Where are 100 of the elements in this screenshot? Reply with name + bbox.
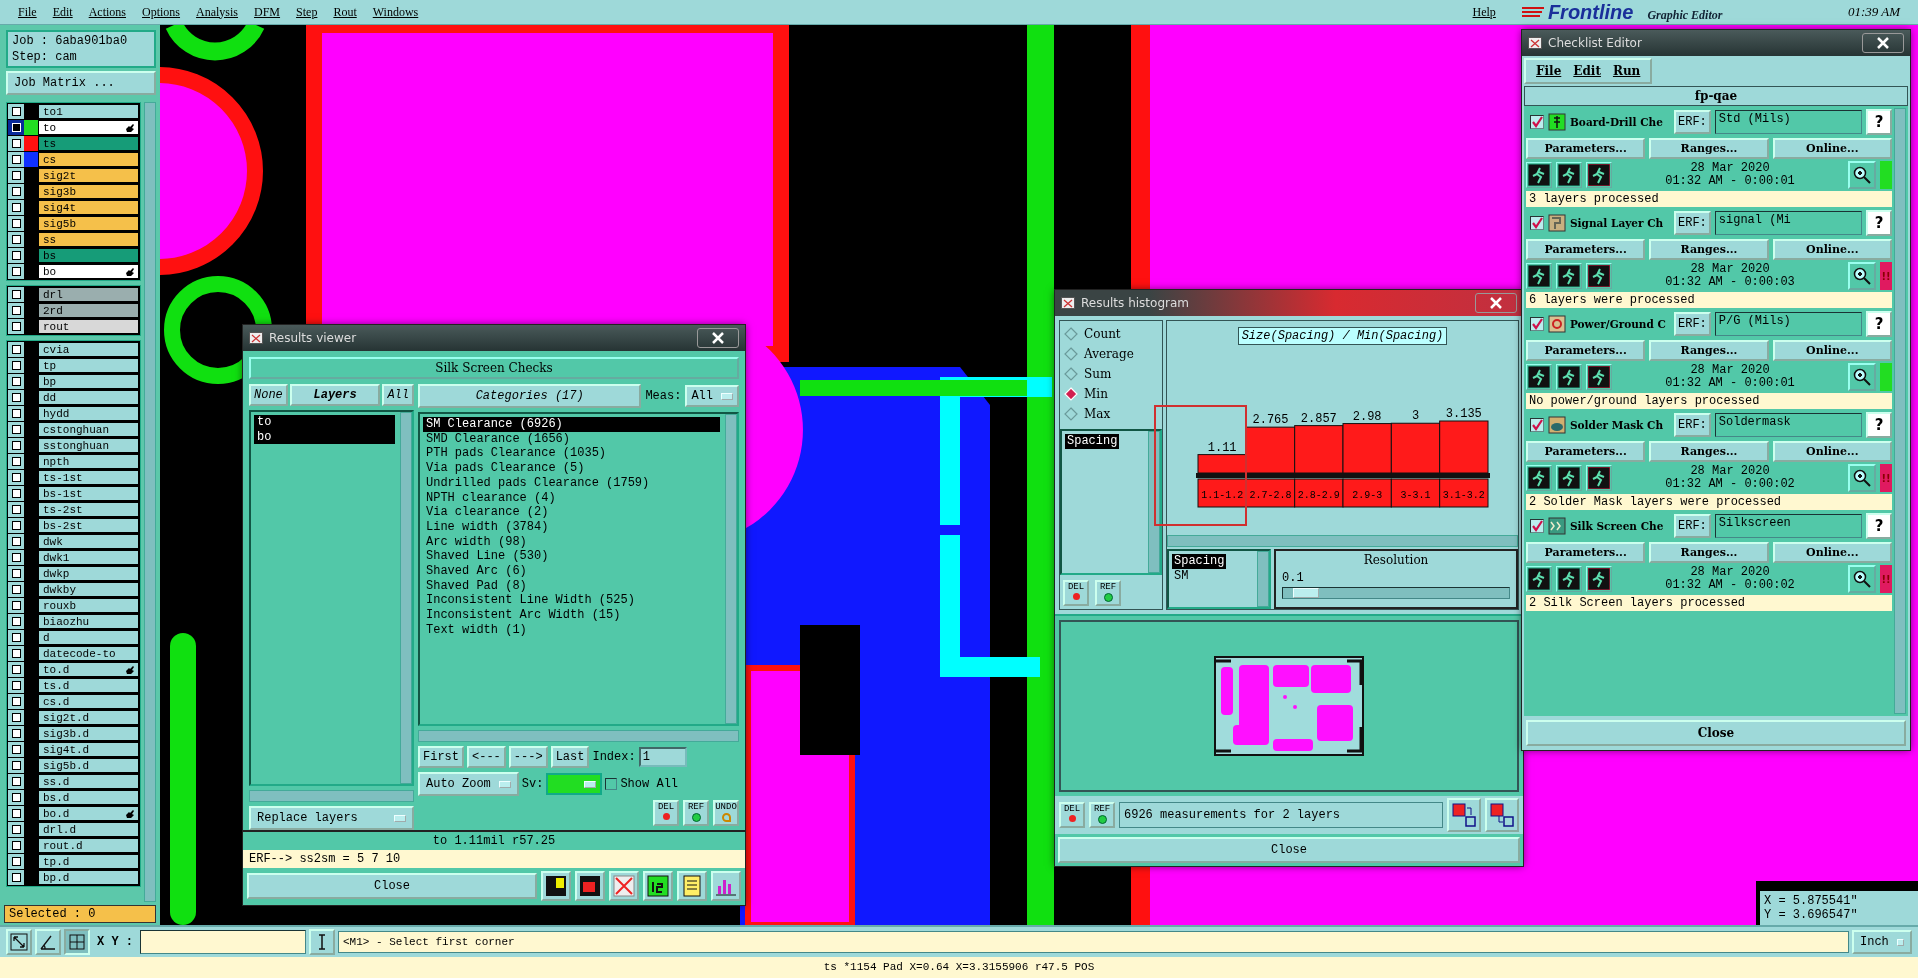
undo-button[interactable]: UNDO [713, 800, 739, 826]
check-name[interactable]: Solder Mask Ch [1570, 419, 1670, 431]
meas-dropdown[interactable]: All [685, 385, 739, 407]
category-item[interactable]: Via pads Clearance (5) [423, 461, 720, 476]
layer-checkbox[interactable] [11, 537, 21, 546]
refresh-button[interactable]: REF [1089, 802, 1115, 828]
histogram-bar[interactable] [1245, 426, 1295, 474]
layer-checkbox[interactable] [11, 489, 21, 498]
run-button[interactable] [1586, 364, 1612, 390]
run-button[interactable] [1556, 263, 1582, 289]
close-button[interactable] [1475, 293, 1517, 313]
check-option-button[interactable]: Ranges... [1649, 542, 1769, 563]
layer-checkbox[interactable] [11, 601, 21, 610]
zoom-mode-dropdown[interactable]: Auto Zoom [418, 772, 519, 796]
layer-name[interactable]: ss [43, 233, 57, 246]
check-enabled-checkbox[interactable] [1530, 216, 1544, 230]
menu-item[interactable]: Edit [1573, 64, 1601, 78]
attribute-item[interactable]: Spacing [1065, 434, 1120, 449]
radio-label[interactable]: Count [1084, 327, 1121, 341]
layer-checkbox[interactable] [11, 267, 21, 276]
check-option-button[interactable]: Online... [1772, 441, 1892, 462]
run-button[interactable] [1586, 263, 1612, 289]
radio-button[interactable] [1064, 407, 1078, 421]
bin-cell[interactable] [1342, 478, 1392, 508]
radio-button[interactable] [1064, 367, 1078, 381]
histogram-bar[interactable] [1438, 420, 1488, 474]
erf-field[interactable]: Std (Mils) [1714, 110, 1862, 134]
help-button[interactable]: ? [1866, 210, 1892, 236]
close-button[interactable] [1862, 33, 1904, 53]
scrollbar[interactable] [400, 412, 412, 784]
category-item[interactable]: PTH pads Clearance (1035) [423, 446, 720, 462]
layer-checkbox[interactable] [11, 457, 21, 466]
layer-name[interactable]: ts [43, 137, 57, 150]
check-enabled-checkbox[interactable] [1530, 317, 1544, 331]
zoom-button[interactable] [1848, 363, 1876, 391]
layer-color-swatch[interactable] [24, 152, 38, 167]
radio-label[interactable]: Sum [1084, 367, 1112, 381]
close-button[interactable]: Close [1058, 837, 1520, 863]
field-item[interactable]: Spacing [1172, 554, 1227, 569]
layer-checkbox[interactable] [11, 155, 21, 164]
run-button[interactable] [1526, 566, 1552, 592]
layer-color-swatch[interactable] [24, 287, 38, 302]
category-item[interactable]: SMD Clearance (1656) [423, 431, 720, 447]
layer-checkbox[interactable] [11, 585, 21, 594]
radio-label[interactable]: Min [1084, 387, 1108, 401]
radio-button[interactable] [1064, 327, 1078, 341]
run-button[interactable] [1586, 162, 1612, 188]
scrollbar[interactable] [144, 102, 156, 902]
navigation-button[interactable]: Last [550, 746, 590, 768]
layer-color-swatch[interactable] [24, 319, 38, 334]
layer-name[interactable]: drl [43, 288, 63, 301]
layer-checkbox[interactable] [11, 793, 21, 802]
layer-checkbox[interactable] [11, 473, 21, 482]
histogram-bar[interactable] [1342, 423, 1392, 474]
run-button[interactable] [1526, 364, 1552, 390]
run-button[interactable] [1556, 162, 1582, 188]
run-button[interactable] [1556, 566, 1582, 592]
layer-checkbox[interactable] [11, 251, 21, 260]
layer-checkbox[interactable] [11, 306, 21, 315]
layer-checkbox[interactable] [11, 729, 21, 738]
layer-checkbox[interactable] [11, 841, 21, 850]
category-item[interactable]: Inconsistent Line Width (525) [423, 593, 720, 609]
bin-cell[interactable] [1390, 478, 1440, 508]
run-button[interactable] [1556, 465, 1582, 491]
delete-button[interactable]: DEL [1059, 802, 1085, 828]
category-item[interactable]: Text width (1) [423, 622, 720, 638]
layer-checkbox[interactable] [11, 441, 21, 450]
close-button[interactable] [697, 328, 739, 348]
erf-field[interactable]: Silkscreen [1714, 514, 1862, 538]
category-item[interactable]: Inconsistent Arc Width (15) [423, 608, 720, 623]
layer-checkbox[interactable] [11, 697, 21, 706]
category-item[interactable]: Shaved Line (530) [423, 549, 720, 565]
layer-filter-button[interactable]: All [382, 384, 414, 406]
layer-checkbox[interactable] [11, 761, 21, 770]
radio-label[interactable]: Max [1084, 407, 1111, 421]
menu-item[interactable]: Windows [372, 4, 419, 20]
check-name[interactable]: Board-Drill Che [1570, 116, 1670, 128]
navigation-button[interactable]: First [418, 746, 464, 768]
layer-checkbox[interactable] [11, 377, 21, 386]
layer-color-swatch[interactable] [24, 104, 38, 119]
zoom-button[interactable] [1848, 565, 1876, 593]
layer-checkbox[interactable] [11, 361, 21, 370]
layer-color-swatch[interactable] [24, 120, 38, 135]
replace-layers-dropdown[interactable]: Replace layers [249, 806, 414, 830]
layer-name[interactable]: cs [43, 153, 57, 166]
run-button[interactable] [1526, 162, 1552, 188]
check-option-button[interactable]: Parameters... [1526, 340, 1646, 361]
layer-color-swatch[interactable] [24, 168, 38, 183]
layer-name[interactable]: to1 [43, 105, 63, 118]
navigation-button[interactable]: <--- [467, 746, 506, 768]
menu-item[interactable]: Run [1612, 64, 1641, 78]
menu-item[interactable]: Rout [333, 4, 357, 20]
bin-cell[interactable] [1197, 478, 1247, 508]
layer-checkbox[interactable] [11, 649, 21, 658]
zoom-button[interactable] [1848, 464, 1876, 492]
layer-checkbox[interactable] [11, 235, 21, 244]
layer-checkbox[interactable] [11, 665, 21, 674]
layer-list-item[interactable]: to [254, 415, 395, 430]
layer-checkbox[interactable] [11, 345, 21, 354]
histogram-bar[interactable] [1293, 425, 1343, 474]
